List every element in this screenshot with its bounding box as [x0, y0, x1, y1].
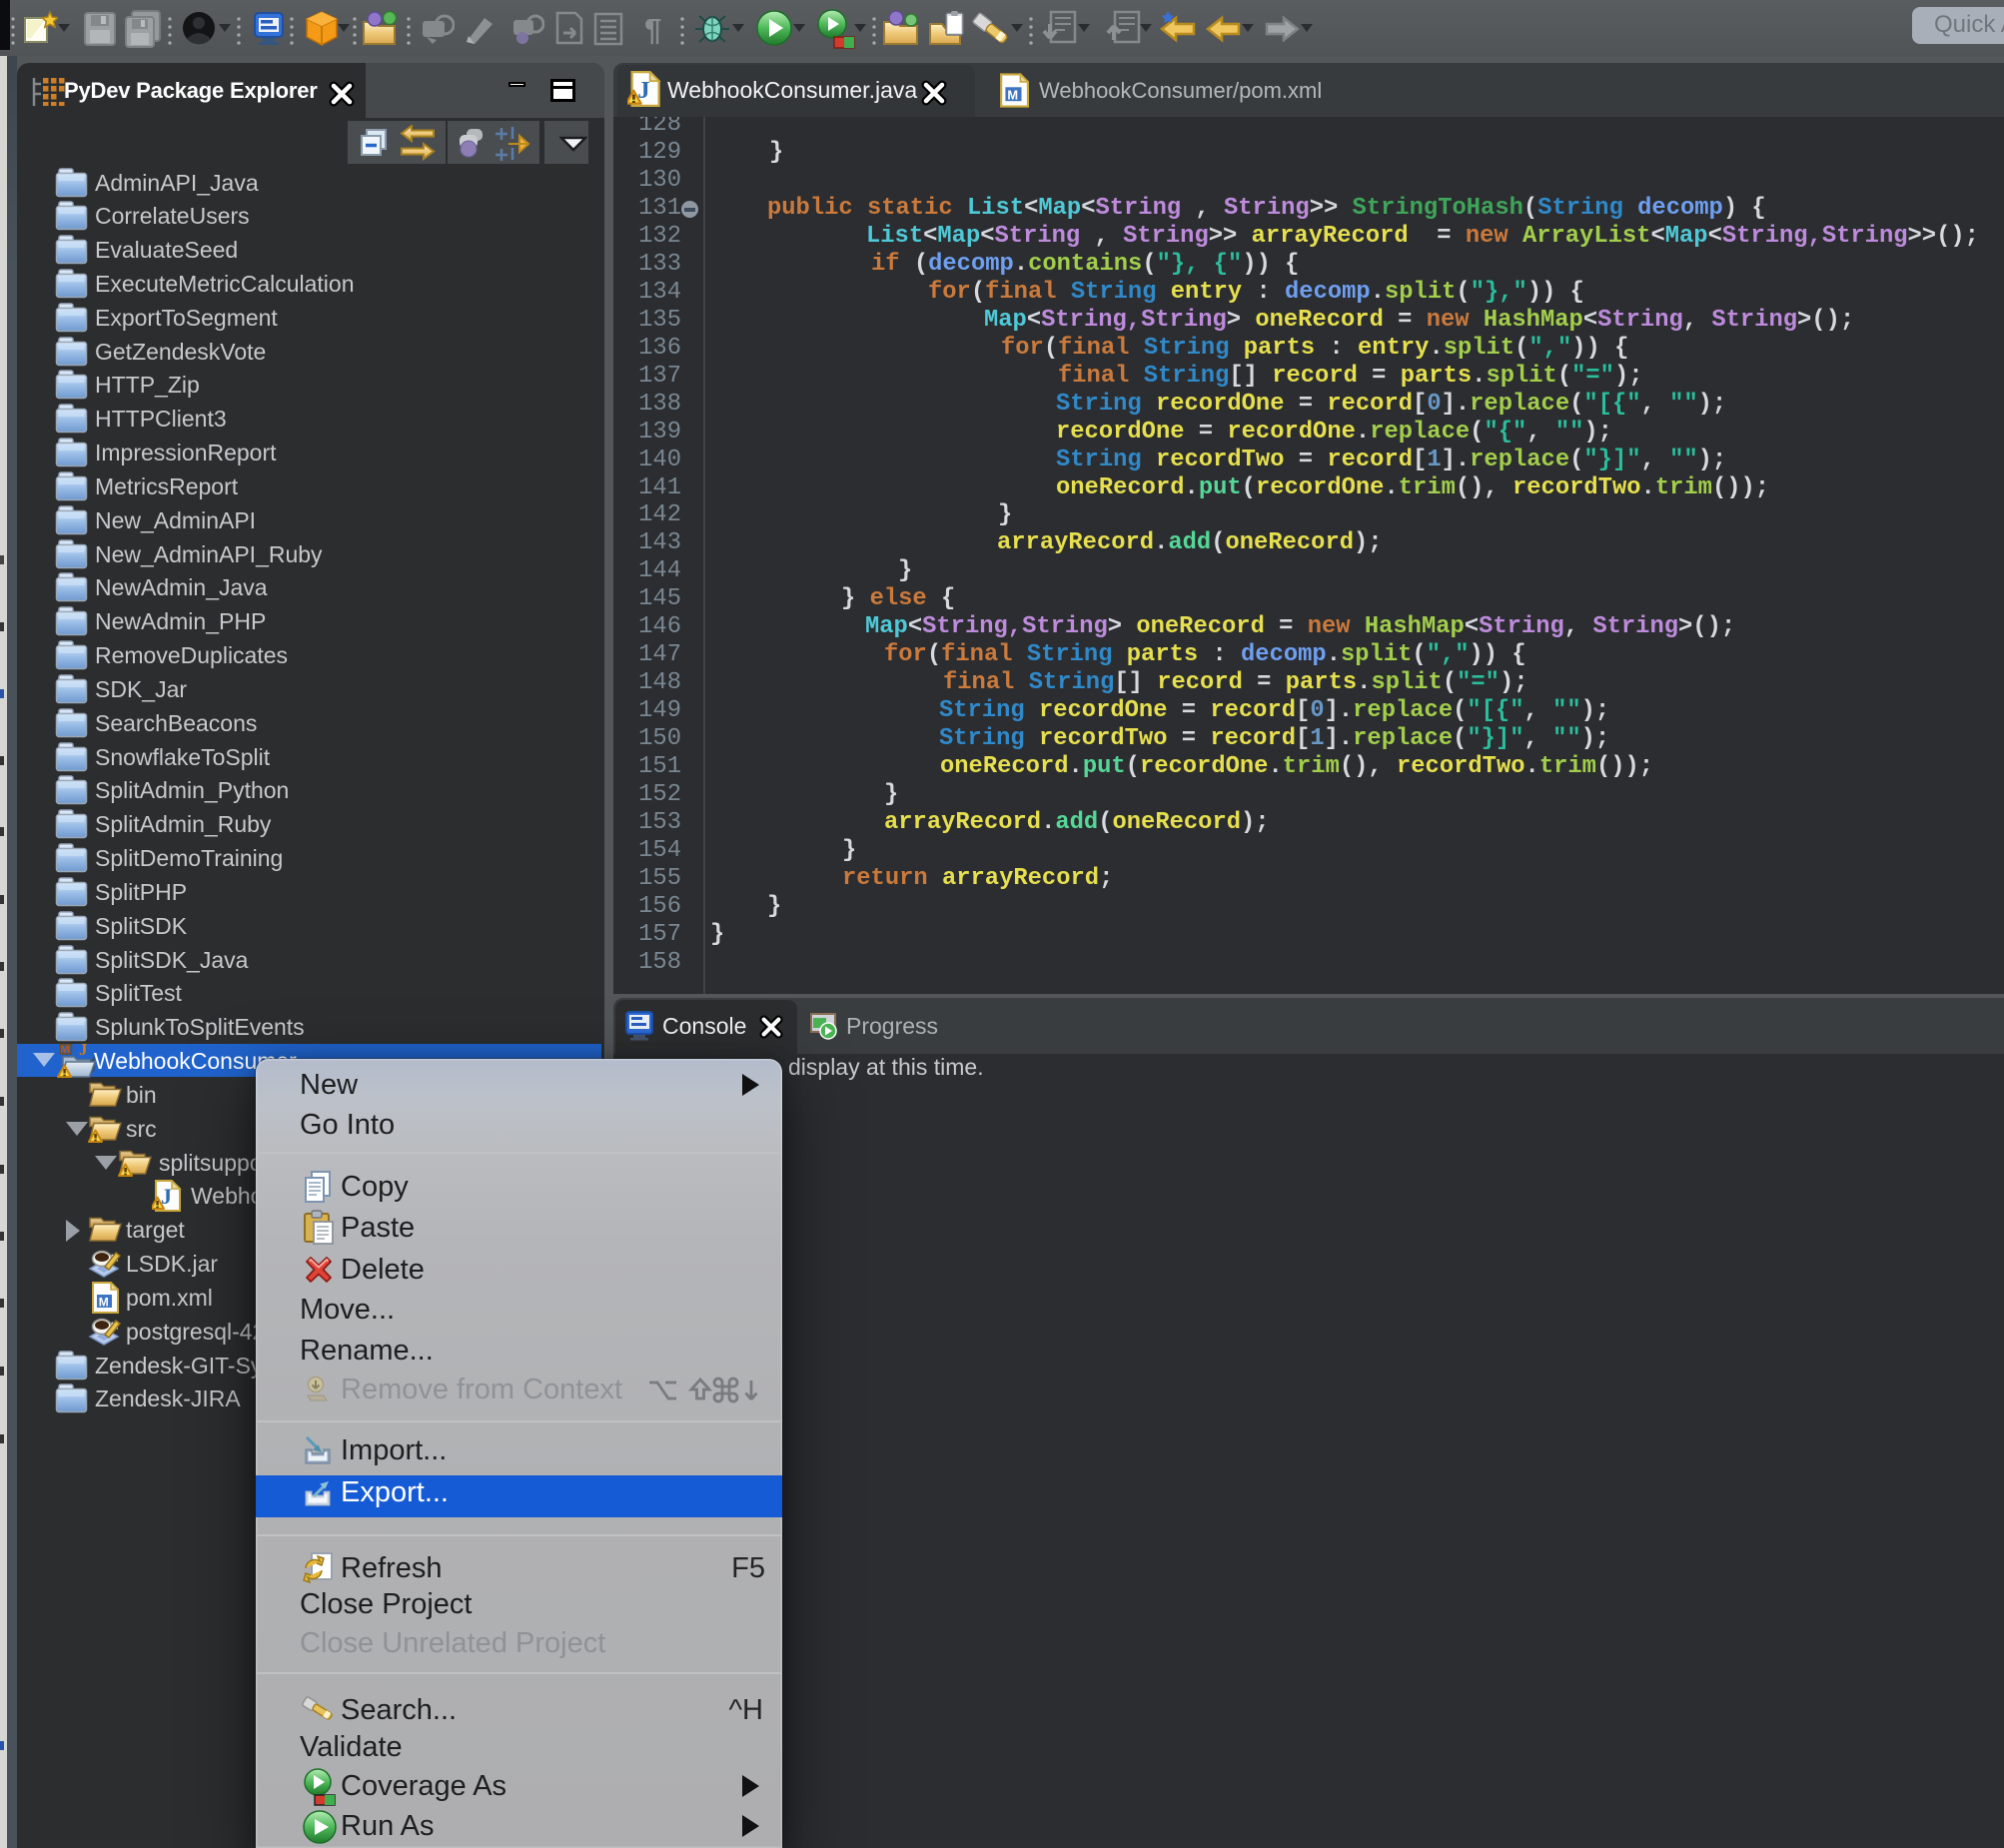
svg-text:M: M [99, 1295, 109, 1309]
svg-text:M: M [1007, 88, 1018, 103]
svg-text:J: J [79, 1043, 88, 1059]
